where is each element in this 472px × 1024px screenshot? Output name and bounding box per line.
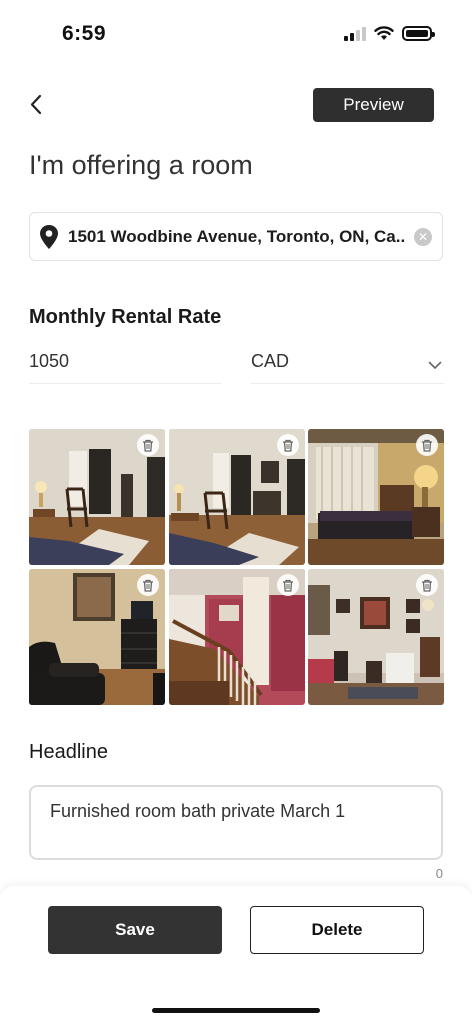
- photo-dining-room[interactable]: [308, 569, 444, 705]
- trash-icon: [422, 439, 432, 452]
- status-bar: 6:59: [0, 0, 472, 60]
- trash-icon: [143, 439, 153, 452]
- status-icons: [344, 26, 435, 41]
- photo-staircase[interactable]: [168, 569, 305, 705]
- rental-amount-input[interactable]: 1050: [29, 346, 221, 384]
- chevron-left-icon: [30, 94, 42, 115]
- photo-bedroom-lamp[interactable]: [308, 429, 444, 565]
- preview-button[interactable]: Preview: [313, 88, 434, 122]
- currency-value: CAD: [251, 351, 290, 371]
- back-button[interactable]: [24, 90, 54, 120]
- page-title: I'm offering a room: [29, 150, 253, 180]
- save-button[interactable]: Save: [48, 906, 222, 954]
- trash-icon: [282, 579, 293, 592]
- rental-rate-label: Monthly Rental Rate: [29, 306, 222, 328]
- delete-photo-button[interactable]: [276, 434, 299, 456]
- cellular-signal-icon: [344, 26, 366, 41]
- trash-icon: [143, 579, 153, 592]
- clear-circle-icon[interactable]: ✕: [414, 227, 432, 246]
- photo-living-room[interactable]: [29, 569, 165, 705]
- character-count: 0: [435, 866, 443, 881]
- headline-input[interactable]: Furnished room bath private March 1: [29, 785, 443, 860]
- photo-bedroom-rocking-chair-1[interactable]: [29, 429, 165, 565]
- photo-grid: [29, 429, 444, 705]
- status-time: 6:59: [62, 22, 107, 45]
- trash-icon: [422, 579, 432, 592]
- wifi-icon: [374, 26, 394, 40]
- bottom-action-bar: Save Delete: [0, 886, 472, 1024]
- delete-button[interactable]: Delete: [250, 906, 424, 954]
- delete-photo-button[interactable]: [416, 434, 438, 456]
- delete-photo-button[interactable]: [416, 574, 438, 596]
- home-indicator: [152, 1008, 320, 1013]
- delete-photo-button[interactable]: [137, 434, 159, 456]
- delete-photo-button[interactable]: [137, 574, 159, 596]
- delete-photo-button[interactable]: [276, 574, 299, 596]
- battery-icon: [402, 26, 435, 41]
- address-value: 1501 Woodbine Avenue, Toronto, ON, Ca...: [68, 226, 406, 246]
- currency-select[interactable]: CAD: [251, 346, 444, 384]
- headline-label: Headline: [29, 741, 108, 763]
- chevron-down-icon: [428, 361, 442, 370]
- location-pin-icon: [40, 224, 58, 249]
- trash-icon: [282, 439, 293, 452]
- address-field[interactable]: 1501 Woodbine Avenue, Toronto, ON, Ca...…: [29, 212, 443, 261]
- photo-bedroom-rocking-chair-2[interactable]: [168, 429, 305, 565]
